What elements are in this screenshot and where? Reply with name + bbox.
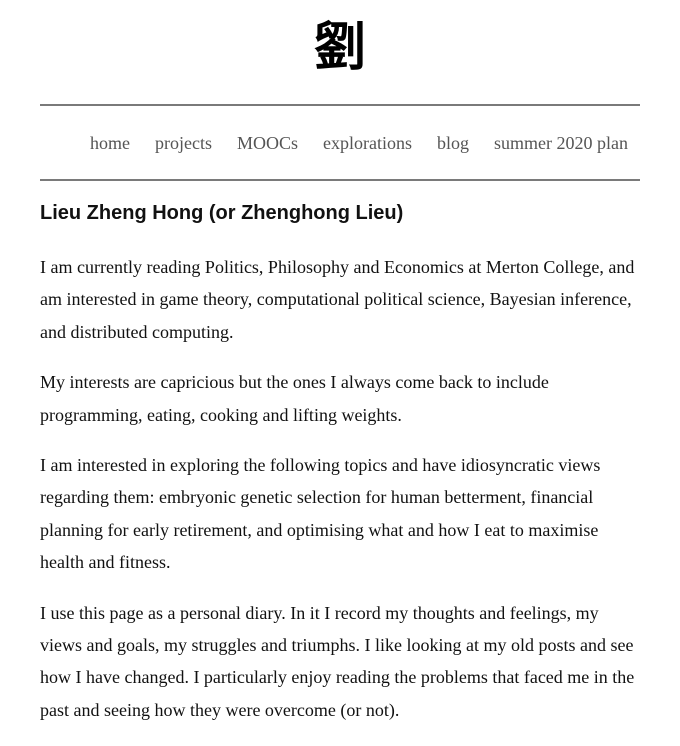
nav-link-blog[interactable]: blog: [437, 132, 469, 154]
nav-link-explorations[interactable]: explorations: [323, 132, 412, 154]
main-content: I am currently reading Politics, Philoso…: [40, 251, 640, 744]
nav-link-moocs[interactable]: MOOCs: [237, 132, 298, 154]
nav-link-home[interactable]: home: [90, 132, 130, 154]
site-logo[interactable]: 劉: [40, 14, 640, 82]
diary-paragraph: I use this page as a personal diary. In …: [40, 602, 635, 720]
main-nav: home projects MOOCs explorations blog su…: [90, 106, 628, 179]
intro-paragraph: I am currently reading Politics, Philoso…: [40, 257, 635, 342]
page-title: Lieu Zheng Hong (or Zhenghong Lieu): [40, 202, 404, 224]
interests-paragraph: My interests are capricious but the ones…: [40, 372, 549, 425]
header-divider-bottom: [40, 179, 640, 181]
nav-link-projects[interactable]: projects: [155, 132, 212, 154]
nav-link-summer-2020-plan[interactable]: summer 2020 plan: [494, 132, 628, 154]
topics-paragraph: I am interested in exploring the followi…: [40, 455, 601, 573]
